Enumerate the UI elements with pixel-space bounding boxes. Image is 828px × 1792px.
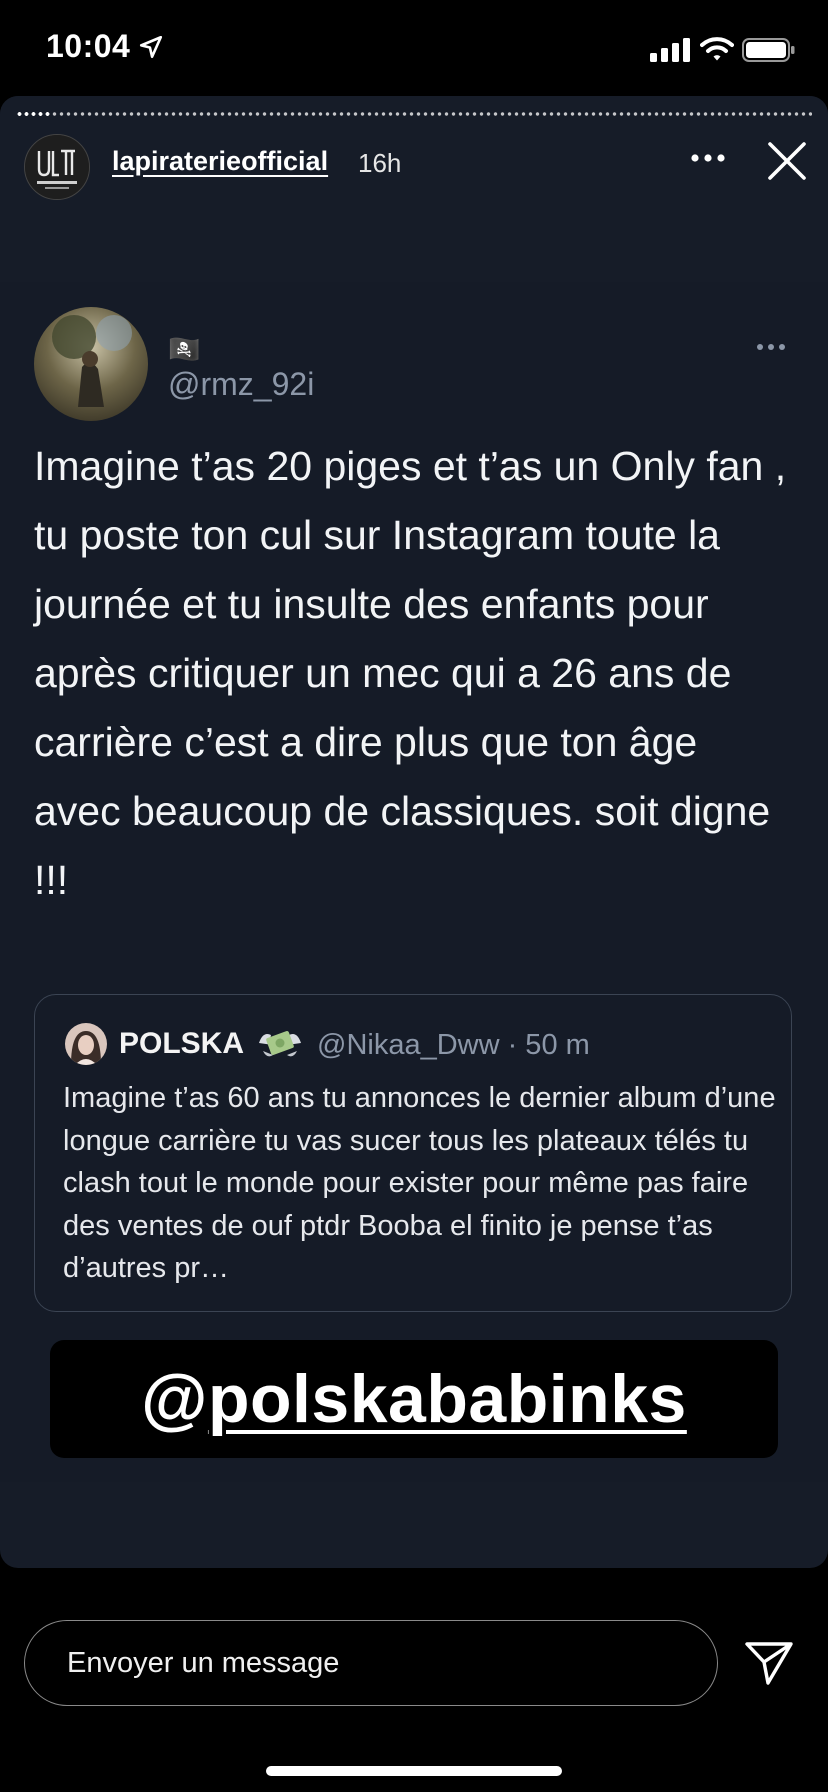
battery-icon (742, 38, 795, 62)
send-icon[interactable] (744, 1640, 794, 1686)
mention-at: @ (141, 1361, 208, 1437)
quoted-handle-time: @Nikaa_Dww · 50 m (317, 1029, 590, 1061)
tweet-text: Imagine t’as 20 piges et t’as un Only fa… (34, 443, 787, 903)
story-progress-bar (16, 112, 812, 116)
home-indicator[interactable] (266, 1766, 562, 1776)
message-input[interactable] (24, 1620, 718, 1706)
tweet-more-icon (757, 344, 785, 350)
quoted-text: Imagine t’as 60 ans tu annonces le derni… (63, 1082, 776, 1284)
story-avatar[interactable] (24, 134, 90, 200)
reply-bar (0, 1568, 828, 1792)
story-header: lapiraterieofficial 16h (0, 96, 828, 283)
money-with-wings-icon (259, 1031, 301, 1057)
story-username[interactable]: lapiraterieofficial (112, 146, 328, 177)
quoted-avatar (65, 1023, 107, 1065)
mention-sticker[interactable]: @ polskababinks (50, 1340, 778, 1458)
story-progress-fill (16, 112, 52, 116)
cellular-signal-icon (650, 38, 690, 62)
tweet-avatar (34, 307, 148, 421)
booba-ultra-logo-icon (25, 135, 89, 199)
status-time: 10:04 (46, 28, 131, 64)
more-options-icon[interactable] (690, 152, 726, 164)
location-arrow-icon (139, 35, 163, 59)
story-viewer[interactable]: lapiraterieofficial 16h (0, 96, 828, 1568)
quoted-display-name: POLSKA (119, 1027, 245, 1060)
status-bar: 10:04 (0, 0, 828, 96)
story-time-ago: 16h (358, 148, 402, 178)
wifi-icon (700, 37, 734, 61)
close-icon[interactable] (766, 140, 808, 182)
mention-handle: polskababinks (207, 1361, 687, 1437)
tweet-screenshot: 🏴‍☠️ @rmz_92i Imagine t’as 20 piges et t… (0, 282, 828, 1482)
tweet-handle: @rmz_92i (168, 366, 315, 402)
profile-photo-icon (34, 307, 148, 421)
pirate-flag-emoji: 🏴‍☠️ (168, 334, 201, 364)
mention-text[interactable]: @ polskababinks (50, 1340, 778, 1458)
quoted-tweet: POLSKA @Nikaa_Dww · 50 m Imagine t’as 60… (34, 994, 792, 1312)
quoted-profile-photo-icon (65, 1023, 107, 1065)
